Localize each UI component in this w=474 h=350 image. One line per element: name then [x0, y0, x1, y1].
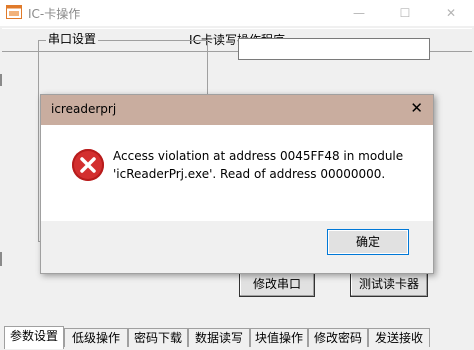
- serial-port-group-title: 串口设置: [46, 30, 99, 47]
- tab-data-rw[interactable]: 数据读写: [188, 328, 250, 347]
- test-reader-button[interactable]: 测试读卡器: [350, 271, 428, 297]
- tab-block-value[interactable]: 块值操作: [250, 328, 308, 347]
- ok-button[interactable]: 确定: [327, 229, 409, 255]
- error-dialog: icreaderprj ✕ Access violation at addres…: [40, 94, 434, 274]
- maximize-button[interactable]: ☐: [382, 0, 428, 26]
- tab-change-key[interactable]: 修改密码: [308, 328, 368, 347]
- error-icon: [72, 149, 104, 181]
- window-title: IC-卡操作: [28, 7, 81, 21]
- error-message: Access violation at address 0045FF48 in …: [113, 147, 413, 183]
- tab-params[interactable]: 参数设置: [4, 326, 64, 349]
- error-message-line: 'icReaderPrj.exe'. Read of address 00000…: [113, 167, 386, 181]
- tab-low-level[interactable]: 低级操作: [64, 328, 128, 347]
- close-icon[interactable]: ✕: [410, 99, 423, 117]
- modify-port-button[interactable]: 修改串口: [239, 271, 315, 297]
- tab-key-download[interactable]: 密码下载: [128, 328, 188, 347]
- close-button[interactable]: ✕: [428, 0, 474, 26]
- dialog-body: Access violation at address 0045FF48 in …: [41, 125, 433, 221]
- tab-send-receive[interactable]: 发送接收: [368, 328, 430, 347]
- minimize-button[interactable]: —: [336, 0, 382, 26]
- app-icon: [6, 5, 22, 19]
- title-bar: IC-卡操作 — ☐ ✕: [0, 0, 474, 26]
- port-select[interactable]: [238, 38, 430, 60]
- dialog-title: icreaderprj: [51, 102, 117, 116]
- error-message-line: Access violation at address 0045FF48 in …: [113, 149, 404, 163]
- dialog-title-bar: icreaderprj ✕: [41, 95, 433, 125]
